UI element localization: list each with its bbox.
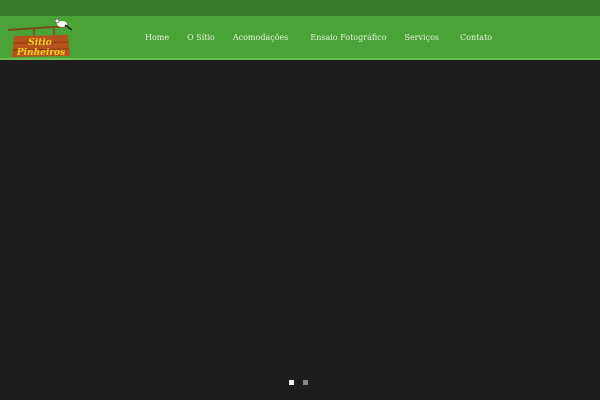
slider-dot-2[interactable]	[303, 380, 308, 385]
nav-contato[interactable]: Contato	[460, 33, 492, 42]
svg-text:Pinheiros: Pinheiros	[16, 48, 65, 58]
top-bar	[0, 0, 600, 16]
nav-o-sitio[interactable]: O Sítio	[187, 33, 215, 42]
nav-home[interactable]: Home	[145, 33, 169, 42]
site-logo[interactable]: Sitio Pinheiros	[6, 16, 74, 60]
nav-ensaio-fotografico[interactable]: Ensaio Fotográfico	[310, 33, 386, 42]
main-menu: Home O Sítio Acomodações Ensaio Fotográf…	[136, 16, 501, 58]
nav-servicos[interactable]: Serviços	[404, 33, 439, 42]
hero-slider	[0, 62, 600, 400]
slider-pagination	[289, 380, 308, 385]
svg-text:Sitio: Sitio	[28, 38, 52, 48]
header-nav: Sitio Pinheiros Home O Sítio Acomodações…	[0, 16, 600, 60]
slider-dot-1[interactable]	[289, 380, 294, 385]
nav-acomodacoes[interactable]: Acomodações	[233, 33, 289, 42]
